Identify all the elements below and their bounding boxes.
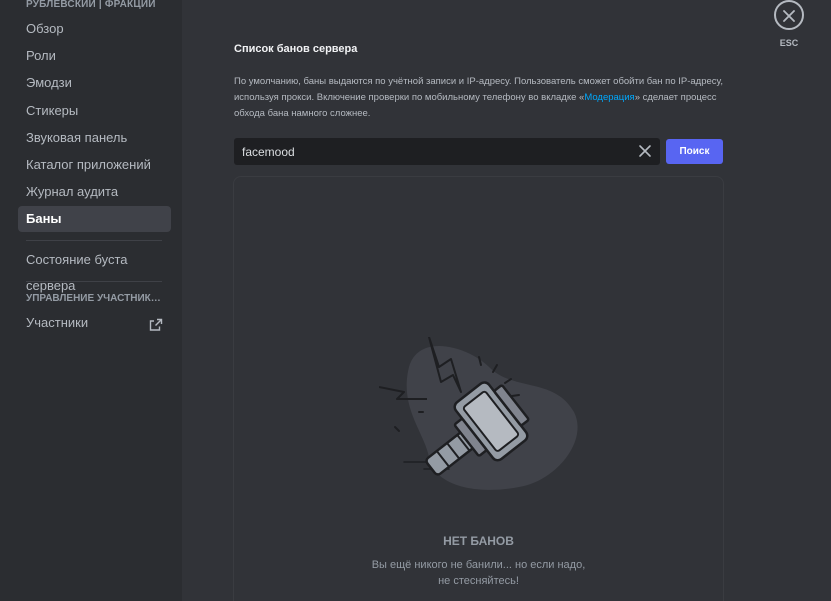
page-title: Список банов сервера <box>234 43 358 55</box>
sidebar-item-soundboard[interactable]: Звуковая панель <box>18 125 171 151</box>
close-settings[interactable]: ESC <box>773 0 805 48</box>
bans-page: Список банов сервера По умолчанию, баны … <box>182 0 831 601</box>
external-link-icon <box>149 315 163 341</box>
sidebar-item-bans[interactable]: Баны <box>18 206 171 232</box>
sidebar-item-roles[interactable]: Роли <box>18 43 171 69</box>
sidebar-item-emoji[interactable]: Эмодзи <box>18 70 171 96</box>
sidebar-item-label: Участники <box>26 315 89 330</box>
ban-hammer-illustration <box>378 336 579 502</box>
bans-description: По умолчанию, баны выдаются по учётной з… <box>234 74 734 122</box>
sidebar-item-app-directory[interactable]: Каталог приложений <box>18 152 171 178</box>
esc-label: ESC <box>779 38 799 48</box>
search-button[interactable]: Поиск <box>666 139 723 164</box>
empty-state-line: Вы ещё никого не банили... но если надо, <box>371 559 586 571</box>
sidebar-item-stickers[interactable]: Стикеры <box>18 98 171 124</box>
close-icon <box>783 9 795 27</box>
moderation-link[interactable]: Модерация <box>584 92 634 103</box>
clear-search-icon[interactable] <box>638 144 652 163</box>
empty-state-line: не стесняйтесь! <box>438 575 519 587</box>
ban-list-panel: НЕТ БАНОВ Вы ещё никого не банили... но … <box>233 176 724 601</box>
sidebar-divider <box>26 240 162 241</box>
sidebar-item-members[interactable]: Участники <box>18 310 171 336</box>
empty-state-title: НЕТ БАНОВ <box>443 534 514 548</box>
server-name-header: РУБЛЕВСКИЙ | ФРАКЦИИ <box>26 0 156 10</box>
members-section-header: УПРАВЛЕНИЕ УЧАСТНИКА... <box>26 293 166 304</box>
sidebar-item-boost-status[interactable]: Состояние буста сервера <box>18 247 171 293</box>
ban-search-input[interactable]: facemood <box>234 138 660 165</box>
sidebar-item-audit-log[interactable]: Журнал аудита <box>18 179 171 205</box>
empty-state-subtitle: Вы ещё никого не банили... но если надо,… <box>234 557 723 589</box>
search-input-value[interactable]: facemood <box>242 145 295 159</box>
sidebar-divider <box>26 281 162 282</box>
settings-sidebar: РУБЛЕВСКИЙ | ФРАКЦИИ Обзор Роли Эмодзи С… <box>0 0 182 601</box>
close-button[interactable] <box>774 0 804 30</box>
sidebar-item-overview[interactable]: Обзор <box>18 16 171 42</box>
